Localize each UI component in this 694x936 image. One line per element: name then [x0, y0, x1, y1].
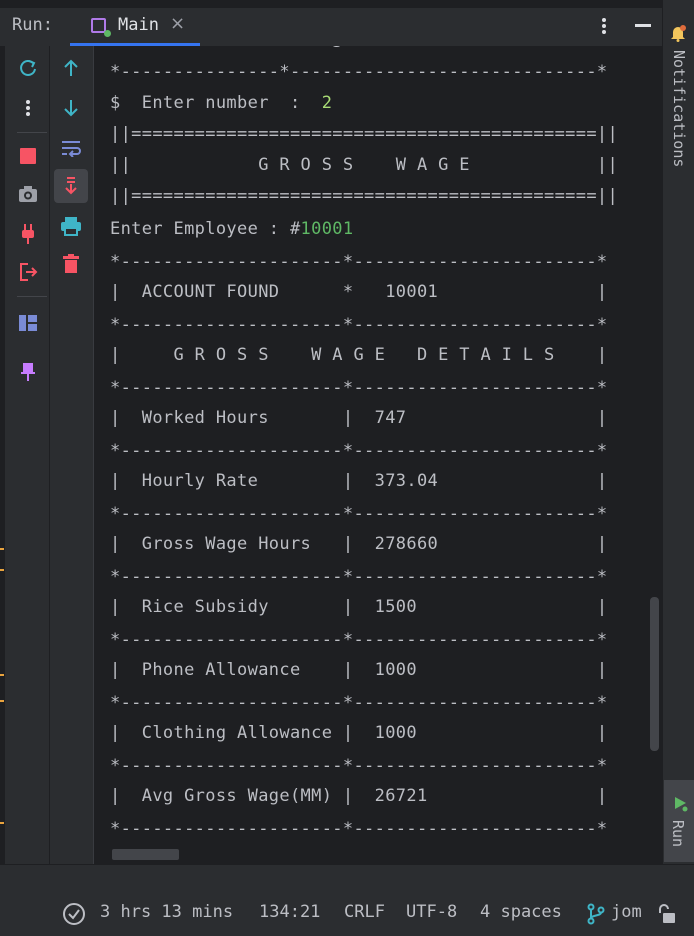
console-line: | ACCOUNT FOUND * 10001 |: [110, 282, 608, 302]
horizontal-scrollbar[interactable]: [112, 849, 179, 860]
plug-icon[interactable]: [14, 220, 42, 248]
minimize-button[interactable]: [635, 24, 651, 27]
run-tool-tab[interactable]: Run: [664, 780, 694, 862]
console-line: || G R O S S W A G E ||: [110, 155, 619, 175]
layout-icon[interactable]: [14, 309, 42, 337]
tab-main[interactable]: Main: [118, 15, 159, 35]
scroll-to-end-icon[interactable]: [54, 169, 88, 203]
run-tab-label: Run: [669, 820, 687, 848]
toolbar-separator: [17, 296, 47, 297]
camera-icon[interactable]: [14, 180, 42, 208]
title-bar: [0, 0, 694, 8]
left-toolbar: [5, 46, 50, 864]
change-marker: [0, 674, 4, 676]
console-line-partial: ' 3 -: [110, 46, 364, 52]
right-tool-strip: Notifications Run: [662, 0, 694, 864]
console-line: *---------------------*-----------------…: [110, 756, 608, 776]
file-encoding[interactable]: UTF-8: [406, 902, 457, 922]
exit-icon[interactable]: [14, 258, 42, 286]
change-marker: [0, 822, 4, 824]
console-line: *---------------------*-----------------…: [110, 693, 608, 713]
console-toolbar: [50, 46, 94, 864]
user-input: 10001: [300, 219, 354, 239]
console-line: | Phone Allowance | 1000 |: [110, 660, 608, 680]
trash-icon[interactable]: [57, 250, 85, 278]
stop-icon[interactable]: [14, 142, 42, 170]
console-line: ||======================================…: [110, 186, 619, 206]
status-bar: [0, 864, 694, 936]
console-line: *---------------------*-----------------…: [110, 252, 608, 272]
git-branch[interactable]: jom: [611, 902, 642, 922]
console-line: *---------------*-----------------------…: [110, 62, 608, 82]
notifications-label: Notifications: [670, 50, 688, 168]
console-line: | Gross Wage Hours | 278660 |: [110, 534, 608, 554]
console-line: *---------------------*-----------------…: [110, 504, 608, 524]
check-circle-icon[interactable]: [62, 902, 86, 926]
lock-open-icon[interactable]: [657, 903, 677, 925]
console-line: | Avg Gross Wage(MM) | 26721 |: [110, 786, 608, 806]
console-line: | Rice Subsidy | 1500 |: [110, 597, 608, 617]
console-line: | G R O S S W A G E D E T A I L S |: [110, 345, 608, 365]
close-icon[interactable]: ×: [170, 13, 185, 34]
options-menu-icon[interactable]: [596, 14, 612, 38]
user-input: 2: [321, 93, 333, 113]
console-line: $ Enter number : 2: [110, 93, 333, 113]
toolbar-separator: [17, 132, 47, 133]
soft-wrap-icon[interactable]: [57, 134, 85, 162]
console-line: | Hourly Rate | 373.04 |: [110, 471, 608, 491]
console-line: *---------------------*-----------------…: [110, 819, 608, 839]
notifications-tab[interactable]: Notifications: [668, 50, 690, 182]
pin-icon[interactable]: [14, 358, 42, 386]
notification-bell-icon[interactable]: [669, 24, 689, 44]
change-marker: [0, 700, 4, 702]
run-label: Run:: [12, 15, 53, 35]
console-line: *---------------------*-----------------…: [110, 315, 608, 335]
git-branch-icon[interactable]: [587, 903, 605, 925]
running-indicator: [104, 30, 111, 37]
console-line: Enter Employee : #10001: [110, 219, 354, 239]
indent-setting[interactable]: 4 spaces: [480, 902, 562, 922]
console-line: | Clothing Allowance | 1000 |: [110, 723, 608, 743]
print-icon[interactable]: [57, 212, 85, 240]
caret-position[interactable]: 134:21: [259, 902, 320, 922]
console-line: ||======================================…: [110, 124, 619, 144]
elapsed-time[interactable]: 3 hrs 13 mins: [100, 902, 233, 922]
arrow-down-icon[interactable]: [57, 94, 85, 122]
more-icon[interactable]: [14, 94, 42, 122]
console-line: *---------------------*-----------------…: [110, 567, 608, 587]
console-line: *---------------------*-----------------…: [110, 630, 608, 650]
arrow-up-icon[interactable]: [57, 54, 85, 82]
change-marker: [0, 569, 4, 571]
console-line: *---------------------*-----------------…: [110, 441, 608, 461]
console-line: *---------------------*-----------------…: [110, 378, 608, 398]
console-output[interactable]: ' 3 - *---------------*-----------------…: [94, 46, 662, 864]
rerun-icon[interactable]: [14, 54, 42, 82]
line-ending[interactable]: CRLF: [344, 902, 385, 922]
console-line: | Worked Hours | 747 |: [110, 408, 608, 428]
vertical-scrollbar[interactable]: [650, 597, 659, 751]
change-marker: [0, 548, 4, 550]
